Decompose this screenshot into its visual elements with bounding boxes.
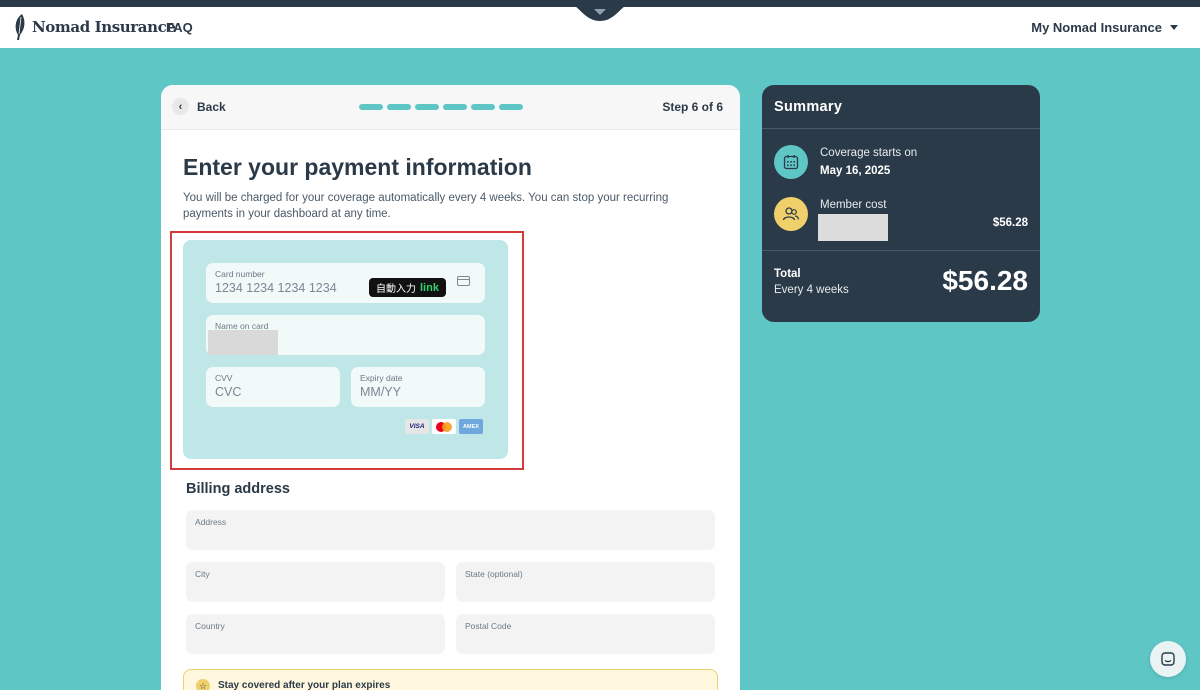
notice-text: Stay covered after your plan expires — [218, 680, 391, 690]
page-title: Enter your payment information — [183, 154, 532, 180]
chevron-down-icon — [1170, 25, 1178, 30]
country-label: Country — [195, 621, 225, 631]
users-icon — [774, 197, 808, 231]
calendar-icon — [774, 145, 808, 179]
card-payment-panel: Card number 1234 1234 1234 1234 自動入力 lin… — [183, 240, 508, 459]
chat-launcher-button[interactable] — [1150, 641, 1186, 677]
city-label: City — [195, 569, 210, 579]
link-autofill-button[interactable]: 自動入力 link — [369, 278, 446, 297]
total-amount: $56.28 — [942, 265, 1028, 296]
summary-panel: Summary Coverage starts on May 16, 2025 … — [762, 85, 1040, 322]
postal-code-label: Postal Code — [465, 621, 512, 631]
mastercard-icon — [432, 419, 456, 434]
coverage-label: Coverage starts on — [820, 147, 918, 159]
brand-logo[interactable]: Nomad Insurance — [13, 13, 176, 41]
total-label: Total — [774, 268, 801, 280]
billing-heading: Billing address — [186, 481, 290, 497]
card-number-label: Card number — [215, 269, 265, 279]
cvv-placeholder: CVC — [215, 385, 242, 399]
redacted-member-name — [818, 214, 888, 241]
collapse-tab[interactable] — [560, 0, 640, 22]
step-indicator: Step 6 of 6 — [662, 100, 723, 114]
cvv-field[interactable]: CVV CVC — [206, 367, 340, 407]
expiry-date-label: Expiry date — [360, 373, 403, 383]
name-on-card-field[interactable]: Name on card — [206, 315, 485, 355]
chevron-left-icon: ‹ — [172, 98, 189, 115]
progress-bar — [359, 104, 523, 110]
total-period: Every 4 weeks — [774, 284, 849, 296]
progress-segment — [387, 104, 411, 110]
summary-title: Summary — [774, 99, 843, 115]
credit-card-icon — [457, 276, 470, 286]
coverage-date: May 16, 2025 — [820, 165, 891, 177]
member-cost-value: $56.28 — [992, 217, 1028, 229]
state-field[interactable]: State (optional) — [456, 562, 715, 602]
progress-segment — [415, 104, 439, 110]
divider — [762, 128, 1040, 129]
cvv-label: CVV — [215, 373, 233, 383]
postal-code-field[interactable]: Postal Code — [456, 614, 715, 654]
divider — [762, 250, 1040, 251]
renewal-notice: ☆ Stay covered after your plan expires — [183, 669, 718, 690]
payment-card: ‹ Back Step 6 of 6 Enter your payment in… — [161, 85, 740, 690]
feather-icon — [15, 14, 25, 40]
faq-link[interactable]: FAQ — [166, 20, 193, 35]
progress-segment — [359, 104, 383, 110]
progress-segment — [471, 104, 495, 110]
address-label: Address — [195, 517, 227, 527]
star-icon: ☆ — [196, 679, 210, 690]
account-menu[interactable]: My Nomad Insurance — [1031, 20, 1178, 35]
card-number-placeholder: 1234 1234 1234 1234 — [215, 281, 337, 295]
country-field[interactable]: Country — [186, 614, 445, 654]
address-field[interactable]: Address — [186, 510, 715, 550]
autofill-label: 自動入力 — [376, 284, 416, 295]
amex-icon: AMEX — [459, 419, 483, 434]
card-brands: VISA AMEX — [405, 419, 483, 434]
link-brand-label: link — [420, 281, 439, 294]
back-label: Back — [197, 99, 226, 114]
brand-name: Nomad Insurance — [32, 18, 176, 36]
back-button[interactable]: ‹ Back — [172, 98, 226, 115]
chat-icon — [1161, 652, 1175, 666]
page-description: You will be charged for your coverage au… — [183, 192, 669, 220]
member-cost-label: Member cost — [820, 199, 887, 211]
state-label: State (optional) — [465, 569, 523, 579]
progress-segment — [499, 104, 523, 110]
expiry-date-placeholder: MM/YY — [360, 385, 401, 399]
step-header: ‹ Back Step 6 of 6 — [161, 85, 740, 130]
redacted-name — [208, 330, 278, 355]
city-field[interactable]: City — [186, 562, 445, 602]
expiry-date-field[interactable]: Expiry date MM/YY — [351, 367, 485, 407]
account-menu-label: My Nomad Insurance — [1031, 20, 1162, 35]
progress-segment — [443, 104, 467, 110]
visa-icon: VISA — [405, 419, 429, 434]
card-number-field[interactable]: Card number 1234 1234 1234 1234 自動入力 lin… — [206, 263, 485, 303]
